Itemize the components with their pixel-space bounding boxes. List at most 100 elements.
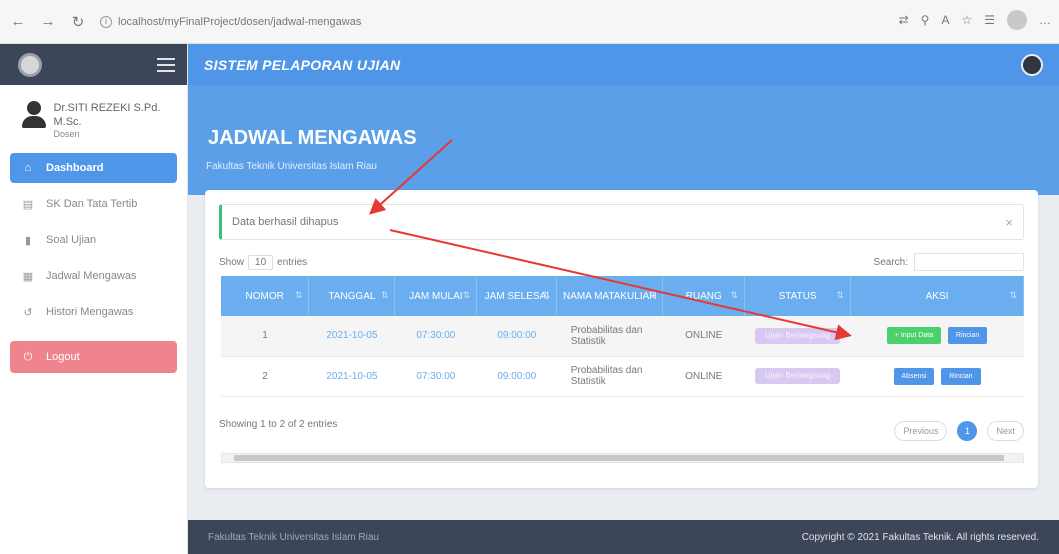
- sidebar-item-jadwal-mengawas[interactable]: ▦ Jadwal Mengawas: [10, 261, 177, 291]
- close-icon[interactable]: ×: [1005, 215, 1013, 230]
- sidebar-item-label: SK Dan Tata Tertib: [46, 198, 138, 210]
- column-header-aksi[interactable]: AKSI ⇅: [850, 276, 1024, 316]
- browser-toolbar: ← → ↻ i localhost/myFinalProject/dosen/j…: [0, 0, 1059, 44]
- table-header-row: NOMOR ⇅ TANGGAL ⇅ JAM MULAI ⇅ JAM SELESAI ⇅ …: [221, 276, 1024, 316]
- cell-ruang: ONLINE: [662, 356, 745, 397]
- page-subtitle: Fakultas Teknik Universitas Islam Riau: [206, 161, 377, 172]
- next-page-button[interactable]: Next: [987, 421, 1024, 441]
- column-header-jam-selesai[interactable]: JAM SELESAI ⇅: [476, 276, 558, 316]
- sidebar-item-histori-mengawas[interactable]: ↺ Histori Mengawas: [10, 297, 177, 327]
- entries-select[interactable]: 10: [248, 255, 274, 270]
- sort-icon[interactable]: ⇅: [731, 290, 739, 301]
- column-header-nomor[interactable]: NOMOR ⇅: [221, 276, 310, 316]
- cell-nomor: 2: [221, 356, 309, 397]
- cell-jam-selesai: 09:00:00: [476, 316, 557, 357]
- user-role: Dosen: [53, 129, 80, 139]
- footer: Fakultas Teknik Universitas Islam Riau C…: [188, 520, 1059, 554]
- sidebar-item-dashboard[interactable]: ⌂ Dashboard: [10, 153, 177, 183]
- more-icon[interactable]: …: [1039, 13, 1051, 27]
- sidebar-item-label: Histori Mengawas: [46, 306, 134, 318]
- rincian-button[interactable]: Rincian: [941, 367, 981, 385]
- user-name: Dr.SITI REZEKI S.Pd. M.Sc.: [53, 102, 161, 128]
- cell-jam-mulai: 07:30:00: [394, 356, 477, 397]
- footer-left-text: Fakultas Teknik Universitas Islam Riau: [208, 531, 379, 543]
- content-card: Data berhasil dihapus × Show 10 entries …: [205, 190, 1038, 488]
- url-text: localhost/myFinalProject/dosen/jadwal-me…: [118, 15, 362, 28]
- hamburger-menu-icon[interactable]: [157, 57, 175, 72]
- document-icon: ▤: [22, 198, 34, 211]
- favorites-icon[interactable]: ☆: [961, 13, 972, 27]
- forward-icon[interactable]: →: [36, 10, 60, 34]
- pagination: Previous 1 Next: [894, 421, 1024, 441]
- cell-status: Ujian Berlangsung: [744, 356, 851, 397]
- sidebar-item-label: Jadwal Mengawas: [46, 270, 137, 282]
- cell-tanggal: 2021-10-05: [308, 356, 395, 397]
- search-input[interactable]: [914, 253, 1024, 271]
- column-header-status[interactable]: STATUS ⇅: [744, 276, 852, 316]
- info-icon[interactable]: i: [100, 15, 112, 28]
- sort-icon[interactable]: ⇅: [463, 290, 471, 301]
- university-logo-icon: [18, 52, 42, 77]
- logout-label: Logout: [46, 351, 80, 363]
- user-menu-icon[interactable]: [1021, 53, 1043, 76]
- user-panel: Dr.SITI REZEKI S.Pd. M.Sc. Dosen: [0, 85, 187, 153]
- cell-jam-mulai: 07:30:00: [394, 316, 477, 357]
- table-row: 2 2021-10-05 07:30:00 09:00:00 Probabili…: [221, 356, 1024, 397]
- sidebar-item-label: Soal Ujian: [46, 234, 97, 246]
- sort-icon[interactable]: ⇅: [837, 290, 845, 301]
- show-label: Show: [219, 257, 245, 268]
- cell-jam-selesai: 09:00:00: [476, 356, 557, 397]
- scrollbar-thumb[interactable]: [234, 455, 1004, 461]
- cell-aksi: + Input Data Rincian: [850, 316, 1024, 357]
- column-header-tanggal[interactable]: TANGGAL ⇅: [308, 276, 396, 316]
- entries-control: Show 10 entries: [219, 255, 307, 270]
- page-1-button[interactable]: 1: [957, 421, 978, 441]
- sidebar-item-sk-tata-tertib[interactable]: ▤ SK Dan Tata Tertib: [10, 189, 177, 219]
- horizontal-scrollbar[interactable]: [221, 453, 1024, 463]
- profile-icon[interactable]: [1007, 10, 1027, 30]
- sidebar-header: [0, 44, 187, 85]
- power-icon: ⏻: [23, 350, 33, 363]
- sort-icon[interactable]: ⇅: [381, 290, 389, 301]
- sort-icon[interactable]: ⇅: [543, 290, 551, 301]
- sort-icon[interactable]: ⇅: [649, 290, 657, 301]
- input-data-button[interactable]: + Input Data: [886, 327, 942, 345]
- absensi-button[interactable]: Absensi: [893, 367, 935, 385]
- column-header-ruang[interactable]: RUANG ⇅: [662, 276, 746, 316]
- search-control: Search:: [874, 253, 1024, 271]
- footer-copyright: Copyright © 2021 Fakultas Teknik. All ri…: [801, 531, 1039, 543]
- file-icon: ▮: [24, 234, 32, 247]
- logout-button[interactable]: ⏻ Logout: [10, 341, 177, 373]
- reload-icon[interactable]: ↻: [66, 10, 90, 34]
- cell-aksi: Absensi Rincian: [850, 356, 1024, 397]
- sidebar: Dr.SITI REZEKI S.Pd. M.Sc. Dosen ⌂ Dashb…: [0, 44, 188, 554]
- sort-icon[interactable]: ⇅: [1009, 290, 1017, 301]
- cell-tanggal: 2021-10-05: [308, 316, 395, 357]
- previous-page-button[interactable]: Previous: [894, 421, 948, 441]
- address-bar[interactable]: i localhost/myFinalProject/dosen/jadwal-…: [100, 15, 362, 28]
- cell-status: Ujian Berlangsung: [744, 316, 851, 357]
- collections-icon[interactable]: ☰: [984, 13, 995, 27]
- translate-icon[interactable]: ⇄: [899, 13, 909, 27]
- success-alert: Data berhasil dihapus ×: [219, 204, 1024, 240]
- cell-matakuliah: Probabilitas dan Statistik: [556, 316, 663, 357]
- column-header-jam-mulai[interactable]: JAM MULAI ⇅: [394, 276, 478, 316]
- reader-icon[interactable]: A: [941, 13, 949, 27]
- rincian-button[interactable]: Rincian: [947, 327, 988, 345]
- back-icon[interactable]: ←: [6, 10, 30, 34]
- browser-actions: ⇄ ⚲ A ☆ ☰ …: [899, 10, 1051, 30]
- page-header: JADWAL MENGAWAS Fakultas Teknik Universi…: [188, 85, 1059, 195]
- table-info: Showing 1 to 2 of 2 entries: [219, 419, 338, 430]
- entries-label: entries: [277, 257, 308, 268]
- status-badge: Ujian Berlangsung: [754, 368, 841, 384]
- cell-ruang: ONLINE: [662, 316, 745, 357]
- sidebar-item-soal-ujian[interactable]: ▮ Soal Ujian: [10, 225, 177, 255]
- user-avatar-icon: [22, 101, 46, 129]
- calendar-icon: ▦: [22, 270, 34, 283]
- sort-icon[interactable]: ⇅: [295, 290, 303, 301]
- cell-nomor: 1: [221, 316, 309, 357]
- zoom-icon[interactable]: ⚲: [921, 13, 930, 27]
- app-brand[interactable]: SISTEM PELAPORAN UJIAN: [204, 57, 400, 73]
- cell-matakuliah: Probabilitas dan Statistik: [556, 356, 663, 397]
- column-header-matakuliah[interactable]: NAMA MATAKULIAH ⇅: [556, 276, 664, 316]
